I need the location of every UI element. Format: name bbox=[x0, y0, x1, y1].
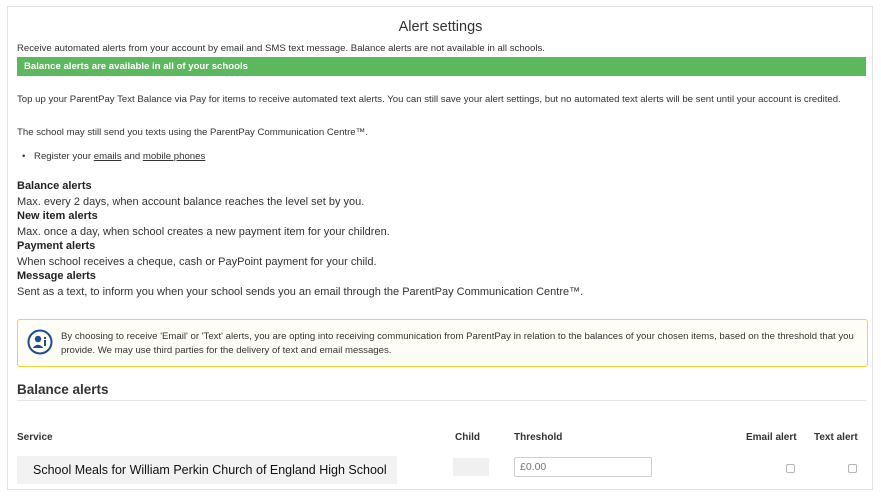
column-header-service: Service bbox=[17, 432, 53, 443]
text-alert-checkbox[interactable] bbox=[848, 464, 857, 473]
notice-text: By choosing to receive 'Email' or 'Text'… bbox=[61, 331, 854, 356]
service-name: School Meals for William Perkin Church o… bbox=[33, 463, 387, 477]
content-frame bbox=[7, 6, 873, 490]
threshold-input[interactable] bbox=[514, 457, 652, 477]
child-cell bbox=[453, 458, 489, 476]
balance-available-banner: Balance alerts are available in all of y… bbox=[17, 57, 866, 76]
balance-alerts-section-title: Balance alerts bbox=[17, 382, 109, 397]
table-row: School Meals for William Perkin Church o… bbox=[17, 450, 866, 488]
register-line: • Register your emails and mobile phones bbox=[22, 151, 205, 162]
message-alerts-description: Sent as a text, to inform you when your … bbox=[17, 286, 584, 298]
column-header-email-alert: Email alert bbox=[746, 432, 797, 443]
column-header-text-alert: Text alert bbox=[814, 432, 858, 443]
topup-text: Top up your ParentPay Text Balance via P… bbox=[17, 94, 841, 105]
school-texts-note: The school may still send you texts usin… bbox=[17, 127, 368, 138]
emails-link[interactable]: emails bbox=[94, 151, 122, 162]
payment-alerts-heading: Payment alerts bbox=[17, 240, 96, 252]
email-alert-checkbox[interactable] bbox=[786, 464, 795, 473]
register-prefix: Register your bbox=[34, 151, 92, 162]
column-header-threshold: Threshold bbox=[514, 432, 563, 443]
balance-alerts-heading: Balance alerts bbox=[17, 180, 92, 192]
section-divider bbox=[17, 400, 866, 401]
message-alerts-heading: Message alerts bbox=[17, 270, 96, 282]
bullet: • bbox=[22, 151, 26, 162]
column-header-child: Child bbox=[455, 432, 480, 443]
page-title: Alert settings bbox=[398, 19, 483, 35]
mobile-phones-link[interactable]: mobile phones bbox=[143, 151, 205, 162]
new-item-alerts-description: Max. once a day, when school creates a n… bbox=[17, 226, 390, 238]
register-and: and bbox=[124, 151, 141, 162]
new-item-alerts-heading: New item alerts bbox=[17, 210, 98, 222]
consent-notice: By choosing to receive 'Email' or 'Text'… bbox=[17, 319, 868, 367]
intro-text: Receive automated alerts from your accou… bbox=[17, 43, 545, 54]
person-info-icon bbox=[27, 329, 53, 355]
service-cell: School Meals for William Perkin Church o… bbox=[17, 456, 397, 484]
payment-alerts-description: When school receives a cheque, cash or P… bbox=[17, 256, 377, 268]
balance-alerts-description: Max. every 2 days, when account balance … bbox=[17, 196, 365, 208]
